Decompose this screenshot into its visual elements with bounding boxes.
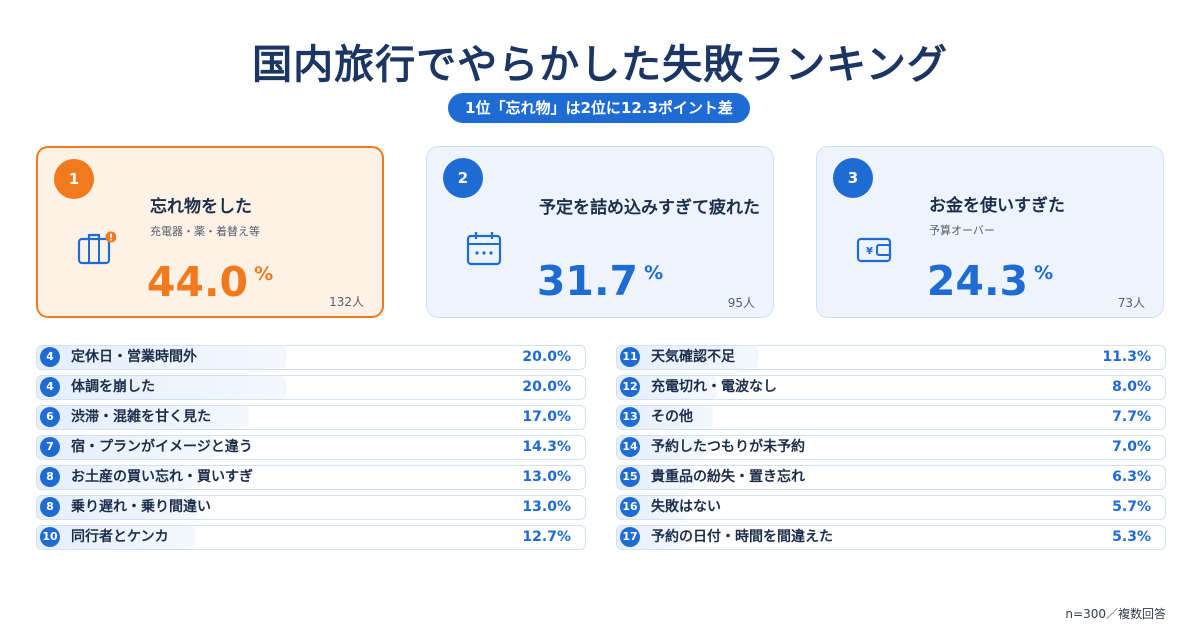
ranking-label: お土産の買い忘れ・買いすぎ bbox=[71, 469, 253, 485]
ranking-row: 17 予約の日付・時間を間違えた 5.3% bbox=[616, 525, 1166, 550]
ranking-value: 5.3% bbox=[1112, 529, 1151, 545]
rank-badge: 1 bbox=[54, 159, 94, 199]
rank-card-name: 予定を詰め込みすぎて疲れた bbox=[539, 198, 760, 218]
ranking-value: 20.0% bbox=[522, 349, 571, 365]
rank-card-name: 忘れ物をした bbox=[150, 197, 252, 217]
ranking-row: 10 同行者とケンカ 12.7% bbox=[36, 525, 586, 550]
rank-badge: 3 bbox=[833, 158, 873, 198]
rank-number: 12 bbox=[620, 377, 640, 397]
ranking-label: 同行者とケンカ bbox=[71, 529, 169, 545]
rank-card-count: 95人 bbox=[727, 296, 755, 310]
ranking-value: 8.0% bbox=[1112, 379, 1151, 395]
ranking-row: 12 充電切れ・電波なし 8.0% bbox=[616, 375, 1166, 400]
rank-card-note: 充電器・薬・着替え等 bbox=[150, 225, 260, 238]
subtitle-badge: 1位「忘れ物」は2位に12.3ポイント差 bbox=[448, 93, 750, 123]
sample-note: n=300／複数回答 bbox=[1065, 607, 1166, 621]
ranking-row: 4 定休日・営業時間外 20.0% bbox=[36, 345, 586, 370]
ranking-label: 予約したつもりが未予約 bbox=[651, 439, 805, 455]
rank-card-count: 73人 bbox=[1117, 296, 1145, 310]
ranking-row: 14 予約したつもりが未予約 7.0% bbox=[616, 435, 1166, 460]
ranking-label: 天気確認不足 bbox=[651, 349, 735, 365]
ranking-value: 11.3% bbox=[1102, 349, 1151, 365]
rank-number: 13 bbox=[620, 407, 640, 427]
ranking-value: 7.7% bbox=[1112, 409, 1151, 425]
ranking-label: 予約の日付・時間を間違えた bbox=[651, 529, 833, 545]
rank-number: 4 bbox=[40, 377, 60, 397]
ranking-value: 13.0% bbox=[522, 499, 571, 515]
rank-badge: 2 bbox=[443, 158, 483, 198]
ranking-value: 12.7% bbox=[522, 529, 571, 545]
rank-number: 16 bbox=[620, 497, 640, 517]
ranking-row: 6 渋滞・混雑を甘く見た 17.0% bbox=[36, 405, 586, 430]
rank-card-name: お金を使いすぎた bbox=[929, 196, 1065, 216]
ranking-row: 16 失敗はない 5.7% bbox=[616, 495, 1166, 520]
ranking-label: その他 bbox=[651, 409, 693, 425]
rank-card-note: 予算オーバー bbox=[929, 224, 995, 237]
ranking-row: 4 体調を崩した 20.0% bbox=[36, 375, 586, 400]
rank-number: 7 bbox=[40, 437, 60, 457]
ranking-row: 15 貴重品の紛失・置き忘れ 6.3% bbox=[616, 465, 1166, 490]
rank-card-3: 3 ¥ お金を使いすぎた 予算オーバー 24.3% 73人 bbox=[816, 146, 1164, 318]
rank-card-value: 31.7% bbox=[536, 257, 664, 305]
rank-card-count: 132人 bbox=[329, 295, 364, 309]
rank-number: 4 bbox=[40, 347, 60, 367]
ranking-label: 貴重品の紛失・置き忘れ bbox=[651, 469, 805, 485]
ranking-label: 充電切れ・電波なし bbox=[651, 379, 777, 395]
ranking-label: 渋滞・混雑を甘く見た bbox=[71, 409, 211, 425]
ranking-label: 宿・プランがイメージと違う bbox=[71, 439, 253, 455]
ranking-value: 5.7% bbox=[1112, 499, 1151, 515]
ranking-value: 17.0% bbox=[522, 409, 571, 425]
ranking-row: 11 天気確認不足 11.3% bbox=[616, 345, 1166, 370]
ranking-value: 7.0% bbox=[1112, 439, 1151, 455]
rank-number: 10 bbox=[40, 527, 60, 547]
ranking-row: 13 その他 7.7% bbox=[616, 405, 1166, 430]
ranking-label: 定休日・営業時間外 bbox=[71, 349, 197, 365]
rank-card-2: 2 予定を詰め込みすぎて疲れた 31.7% 95人 bbox=[426, 146, 774, 318]
ranking-label: 体調を崩した bbox=[71, 379, 155, 395]
ranking-value: 13.0% bbox=[522, 469, 571, 485]
rank-card-1: 1 忘れ物をした 充電器・薬・着替え等 44.0% 132人 bbox=[36, 146, 384, 318]
rank-number: 17 bbox=[620, 527, 640, 547]
ranking-value: 20.0% bbox=[522, 379, 571, 395]
rank-number: 15 bbox=[620, 467, 640, 487]
ranking-label: 失敗はない bbox=[651, 499, 721, 515]
ranking-label: 乗り遅れ・乗り間違い bbox=[71, 499, 211, 515]
ranking-row: 8 乗り遅れ・乗り間違い 13.0% bbox=[36, 495, 586, 520]
rank-number: 11 bbox=[620, 347, 640, 367]
page-title: 国内旅行でやらかした失敗ランキング bbox=[252, 42, 948, 88]
rank-card-value: 24.3% bbox=[926, 257, 1054, 305]
ranking-value: 6.3% bbox=[1112, 469, 1151, 485]
rank-number: 8 bbox=[40, 467, 60, 487]
ranking-value: 14.3% bbox=[522, 439, 571, 455]
rank-number: 14 bbox=[620, 437, 640, 457]
rank-number: 6 bbox=[40, 407, 60, 427]
ranking-row: 7 宿・プランがイメージと違う 14.3% bbox=[36, 435, 586, 460]
ranking-row: 8 お土産の買い忘れ・買いすぎ 13.0% bbox=[36, 465, 586, 490]
rank-number: 8 bbox=[40, 497, 60, 517]
